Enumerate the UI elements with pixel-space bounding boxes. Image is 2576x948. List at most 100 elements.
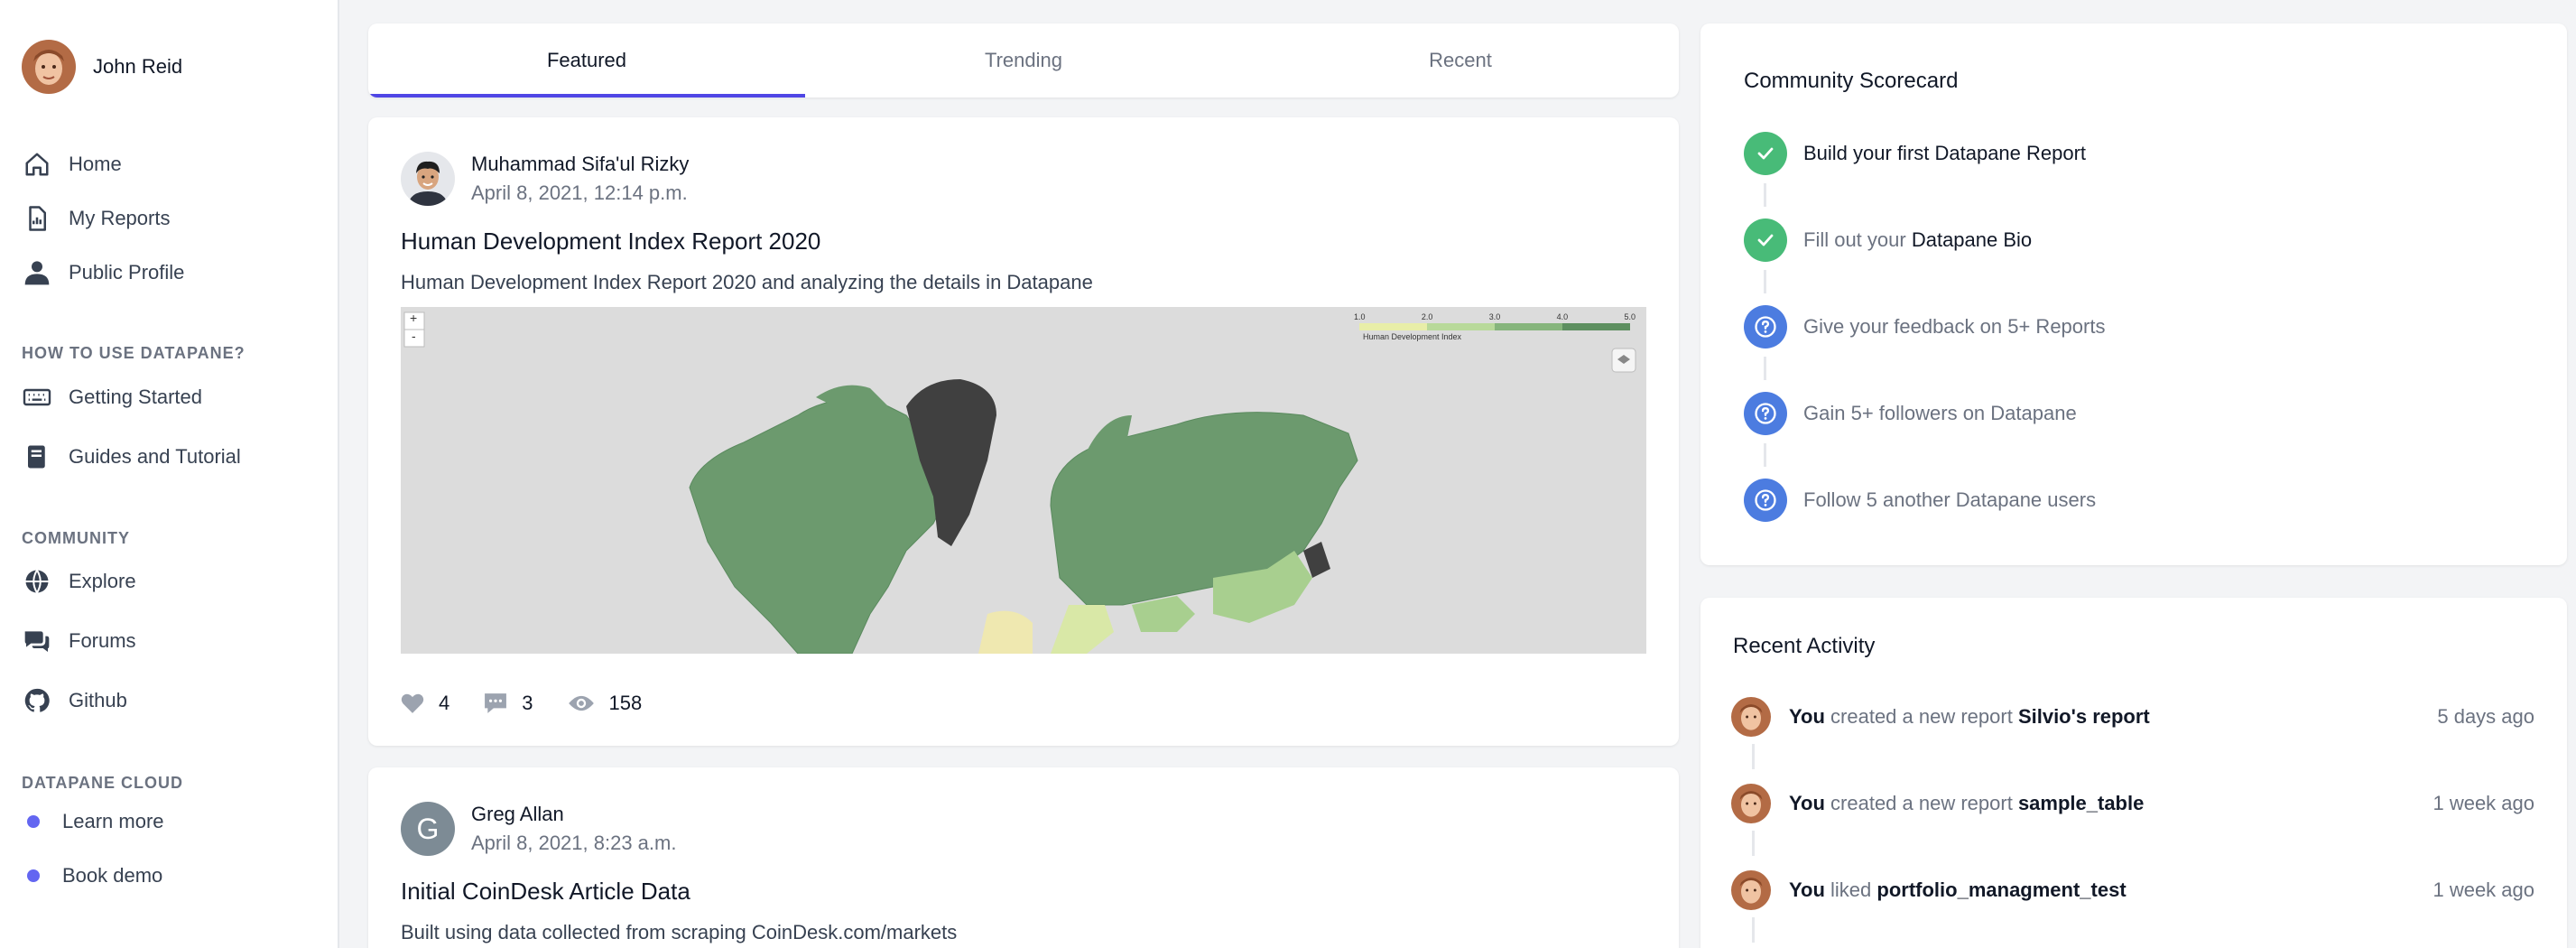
section-title-how-to: HOW TO USE DATAPANE? xyxy=(22,344,246,362)
section-title-community: COMMUNITY xyxy=(22,529,130,547)
legend-tick: 2.0 xyxy=(1421,312,1433,321)
nav-label: Explore xyxy=(69,570,136,592)
scorecard-step: Build your first Datapane Report xyxy=(1744,132,2086,175)
activity-time: 5 days ago xyxy=(2437,705,2534,728)
person-icon xyxy=(22,257,52,288)
map-legend xyxy=(1359,323,1630,330)
bio-link[interactable]: Datapane Bio xyxy=(1912,228,2032,251)
activity-target-link[interactable]: portfolio_managment_test xyxy=(1876,878,2126,901)
step-connector xyxy=(1764,357,1766,380)
post-stats: 4 3 158 xyxy=(401,692,676,715)
activity-text: You created a new report Silvio's report xyxy=(1789,705,2150,728)
nav-label: Learn more xyxy=(62,810,164,832)
map-zoom-in-button[interactable]: + xyxy=(410,311,417,325)
activity-text: You created a new report sample_table xyxy=(1789,792,2145,814)
activity-time: 1 week ago xyxy=(2432,878,2534,901)
nav-book-demo[interactable]: Book demo xyxy=(27,860,162,892)
sidebar: John Reid Home My Reports Public Profile… xyxy=(0,0,339,948)
github-icon xyxy=(22,685,52,716)
nav-github[interactable]: Github xyxy=(22,683,127,719)
check-icon xyxy=(1744,218,1787,262)
bullet-dot-icon xyxy=(27,815,40,828)
bullet-dot-icon xyxy=(27,869,40,882)
post-description: Built using data collected from scraping… xyxy=(401,921,958,943)
post-author[interactable]: G Greg Allan April 8, 2021, 8:23 a.m. xyxy=(401,802,676,856)
user-name[interactable]: John Reid xyxy=(93,55,182,79)
comment-count: 3 xyxy=(522,692,533,714)
nav-guides[interactable]: Guides and Tutorial xyxy=(22,439,241,475)
step-text: Follow 5 another Datapane users xyxy=(1803,488,2097,511)
user-profile[interactable]: John Reid xyxy=(22,40,182,94)
avatar[interactable] xyxy=(401,152,455,206)
activity-time: 1 week ago xyxy=(2432,792,2534,814)
community-scorecard: Community Scorecard Build your first Dat… xyxy=(1700,23,2567,565)
section-title-cloud: DATAPANE CLOUD xyxy=(22,774,183,792)
post-date: April 8, 2021, 12:14 p.m. xyxy=(471,181,688,204)
avatar xyxy=(1731,784,1771,823)
book-icon xyxy=(22,441,52,472)
scorecard-step: Gain 5+ followers on Datapane xyxy=(1744,392,2077,435)
report-card[interactable]: Muhammad Sifa'ul Rizky April 8, 2021, 12… xyxy=(368,117,1679,746)
nav-my-reports[interactable]: My Reports xyxy=(22,200,170,237)
nav-label: Home xyxy=(69,153,122,175)
check-icon xyxy=(1744,132,1787,175)
activity-connector xyxy=(1752,831,1755,856)
map-legend-ticks: 1.0 2.0 3.0 4.0 5.0 xyxy=(1354,312,1635,321)
step-connector xyxy=(1764,443,1766,467)
legend-tick: 5.0 xyxy=(1624,312,1635,321)
question-icon xyxy=(1744,392,1787,435)
tab-featured[interactable]: Featured xyxy=(368,23,805,98)
avatar[interactable] xyxy=(22,40,76,94)
post-title[interactable]: Initial CoinDesk Article Data xyxy=(401,878,690,906)
view-count-stat: 158 xyxy=(568,692,642,715)
step-text: Build your first Datapane Report xyxy=(1803,142,2087,164)
legend-tick: 3.0 xyxy=(1488,312,1501,321)
home-icon xyxy=(22,149,52,180)
like-count: 4 xyxy=(439,692,450,714)
post-author[interactable]: Muhammad Sifa'ul Rizky April 8, 2021, 12… xyxy=(401,152,689,206)
activity-connector xyxy=(1752,917,1755,943)
author-name[interactable]: Greg Allan xyxy=(471,803,676,826)
step-text: Give your feedback on 5+ Reports xyxy=(1803,315,2106,338)
author-name[interactable]: Muhammad Sifa'ul Rizky xyxy=(471,153,689,176)
nav-home[interactable]: Home xyxy=(22,146,122,182)
activity-target-link[interactable]: Silvio's report xyxy=(2018,705,2150,728)
nav-label: Public Profile xyxy=(69,261,185,283)
report-preview-map[interactable]: + - 1.0 2.0 3.0 4.0 5.0 Human Developmen… xyxy=(401,307,1646,654)
activity-connector xyxy=(1752,744,1755,769)
map-zoom-out-button[interactable]: - xyxy=(412,329,416,343)
nav-forums[interactable]: Forums xyxy=(22,623,136,659)
nav-label: Forums xyxy=(69,629,136,652)
post-date: April 8, 2021, 8:23 a.m. xyxy=(471,832,677,854)
comment-button[interactable]: 3 xyxy=(484,692,533,715)
report-card[interactable]: G Greg Allan April 8, 2021, 8:23 a.m. In… xyxy=(368,767,1679,948)
like-button[interactable]: 4 xyxy=(401,692,449,715)
avatar xyxy=(1731,697,1771,737)
keyboard-icon xyxy=(22,382,52,413)
activity-item[interactable]: You liked portfolio_managment_test 1 wee… xyxy=(1731,869,2534,912)
nav-public-profile[interactable]: Public Profile xyxy=(22,255,184,291)
nav-getting-started[interactable]: Getting Started xyxy=(22,379,202,415)
nav-label: Book demo xyxy=(62,864,163,887)
nav-explore[interactable]: Explore xyxy=(22,563,136,599)
recent-activity: Recent Activity You created a new report… xyxy=(1700,598,2567,948)
question-icon xyxy=(1744,305,1787,349)
activity-item[interactable]: You created a new report Silvio's report… xyxy=(1731,695,2534,739)
scorecard-step: Fill out your Datapane Bio xyxy=(1744,218,2032,262)
tab-trending[interactable]: Trending xyxy=(805,23,1242,98)
post-title[interactable]: Human Development Index Report 2020 xyxy=(401,228,820,256)
document-icon xyxy=(22,203,52,234)
comment-icon xyxy=(485,693,507,713)
activity-text: You liked portfolio_managment_test xyxy=(1789,878,2127,901)
legend-tick: 4.0 xyxy=(1556,312,1569,321)
activity-target-link[interactable]: sample_table xyxy=(2018,792,2144,814)
step-connector xyxy=(1764,270,1766,293)
activity-item[interactable]: You created a new report sample_table 1 … xyxy=(1731,782,2534,825)
scorecard-step: Follow 5 another Datapane users xyxy=(1744,479,2096,522)
avatar[interactable]: G xyxy=(401,802,455,856)
nav-learn-more[interactable]: Learn more xyxy=(27,805,164,838)
legend-tick: 1.0 xyxy=(1354,312,1366,321)
nav-label: Github xyxy=(69,689,127,711)
heart-icon xyxy=(401,693,424,713)
tab-recent[interactable]: Recent xyxy=(1242,23,1679,98)
